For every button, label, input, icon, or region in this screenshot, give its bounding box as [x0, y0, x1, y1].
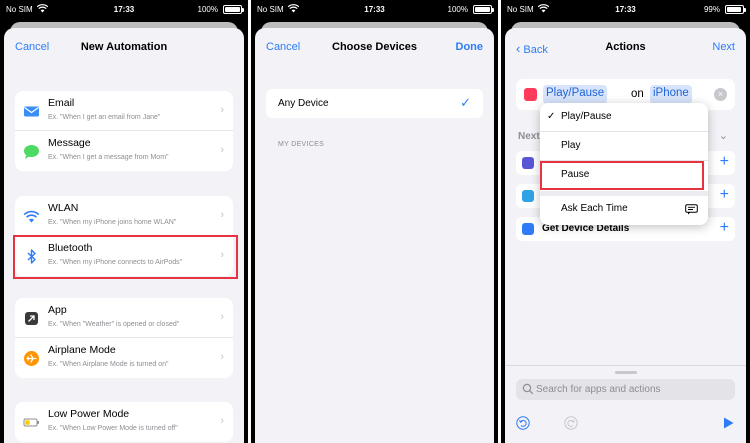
highlight-pause-option [540, 161, 704, 190]
next-actions-header: Next [518, 131, 540, 142]
battery-icon [725, 5, 746, 14]
battery-percent: 99% [703, 5, 720, 14]
search-input[interactable] [536, 382, 729, 397]
chevron-right-icon: › [220, 144, 224, 156]
app-icon [522, 190, 534, 202]
trigger-title: WLAN [48, 202, 79, 214]
mail-icon [24, 106, 39, 117]
nav-bar: Cancel Choose Devices Done [255, 28, 494, 68]
menu-group-separator [540, 191, 708, 196]
chevron-right-icon: › [220, 415, 224, 427]
menu-divider [540, 131, 708, 132]
chevron-right-icon: › [220, 351, 224, 363]
trigger-title: Message [48, 137, 91, 149]
moon-icon [522, 157, 534, 169]
trigger-example: Ex. "When Airplane Mode is turned on" [48, 361, 169, 368]
menu-item-label: Ask Each Time [561, 203, 628, 214]
phone-screen-choose-devices: No SIM 17:33 100% Cancel Choose Devices … [251, 0, 498, 443]
run-play-icon[interactable] [721, 416, 735, 430]
trigger-example: Ex. "When "Weather" is opened or closed" [48, 321, 180, 328]
battery-percent: 100% [447, 5, 468, 14]
trigger-row-low-power-mode[interactable]: Low Power Mode Ex. "When Low Power Mode … [15, 402, 233, 442]
menu-item-label: Play [561, 140, 581, 151]
chevron-down-icon[interactable]: ⌄ [719, 129, 728, 142]
device-option-label: Any Device [278, 98, 329, 109]
trigger-row-app[interactable]: App Ex. "When "Weather" is opened or clo… [15, 298, 233, 338]
battery-icon [223, 5, 244, 14]
status-bar: No SIM 17:33 99% [501, 0, 750, 20]
app-arrow-icon [25, 312, 38, 325]
trigger-title: App [48, 304, 67, 316]
action-connector-word: on [631, 88, 644, 100]
trigger-group-settings: App Ex. "When "Weather" is opened or clo… [15, 298, 233, 378]
message-icon [24, 145, 39, 159]
status-bar: No SIM 17:33 100% [0, 0, 248, 20]
action-search-panel [505, 365, 746, 443]
menu-item-play-pause[interactable]: ✓ Play/Pause [540, 111, 708, 129]
chevron-right-icon: › [220, 311, 224, 323]
menu-item-label: Play/Pause [561, 111, 612, 122]
redo-icon[interactable] [564, 416, 578, 430]
add-action-icon[interactable]: + [720, 219, 729, 237]
device-parameter-token[interactable]: iPhone [650, 85, 692, 104]
choose-devices-sheet: Cancel Choose Devices Done Any Device ✓ … [255, 28, 494, 443]
search-icon [522, 383, 534, 395]
add-action-icon[interactable]: + [720, 186, 729, 204]
trigger-row-email[interactable]: Email Ex. "When I get an email from Jane… [15, 91, 233, 131]
chevron-left-icon: ‹ [516, 41, 521, 56]
nav-bar: ‹ Back Actions Next [505, 28, 746, 68]
menu-item-ask-each-time[interactable]: Ask Each Time [540, 203, 708, 221]
status-bar: No SIM 17:33 100% [251, 0, 498, 20]
cancel-button[interactable]: Cancel [266, 41, 300, 53]
trigger-title: Low Power Mode [48, 408, 130, 420]
battery-percent: 100% [197, 5, 218, 14]
phone-screen-new-automation: No SIM 17:33 100% Cancel New Automation … [0, 0, 248, 443]
wifi-icon [23, 210, 40, 223]
chevron-right-icon: › [220, 104, 224, 116]
drag-handle[interactable] [614, 371, 637, 374]
device-icon [522, 223, 534, 235]
next-button[interactable]: Next [712, 41, 735, 53]
play-pause-app-icon [524, 88, 537, 101]
trigger-group-power: Low Power Mode Ex. "When Low Power Mode … [15, 402, 233, 442]
trigger-row-message[interactable]: Message Ex. "When I get a message from M… [15, 131, 233, 171]
phone-screen-actions: No SIM 17:33 99% ‹ Back Actions Next Pla… [501, 0, 750, 443]
actions-sheet: ‹ Back Actions Next Play/Pause on iPhone… [505, 28, 746, 443]
trigger-example: Ex. "When I get a message from Mom" [48, 154, 169, 161]
trigger-row-airplane-mode[interactable]: Airplane Mode Ex. "When Airplane Mode is… [15, 338, 233, 378]
clear-icon[interactable]: × [714, 88, 727, 101]
add-action-icon[interactable]: + [720, 153, 729, 171]
menu-item-play[interactable]: Play [540, 140, 708, 158]
highlight-bluetooth [13, 235, 238, 279]
cancel-button[interactable]: Cancel [15, 41, 49, 53]
chevron-right-icon: › [220, 209, 224, 221]
battery-icon [473, 5, 494, 14]
section-header-my-devices: MY DEVICES [278, 141, 325, 148]
checkmark-icon: ✓ [547, 111, 556, 122]
trigger-title: Email [48, 97, 75, 109]
airplane-icon [24, 351, 39, 366]
trigger-example: Ex. "When my iPhone joins home WLAN" [48, 219, 177, 226]
search-bar[interactable] [516, 379, 735, 400]
action-parameter-token[interactable]: Play/Pause [543, 85, 608, 104]
trigger-row-wlan[interactable]: WLAN Ex. "When my iPhone joins home WLAN… [15, 196, 233, 236]
back-button[interactable]: ‹ Back [516, 41, 548, 56]
checkmark-icon: ✓ [460, 95, 471, 110]
battery-icon [23, 418, 39, 427]
device-option-any[interactable]: Any Device ✓ [266, 89, 483, 118]
speech-bubble-icon [685, 204, 698, 215]
undo-icon[interactable] [516, 416, 530, 430]
trigger-group-communication: Email Ex. "When I get an email from Jane… [15, 91, 233, 171]
trigger-title: Airplane Mode [48, 344, 116, 356]
nav-bar: Cancel New Automation [4, 28, 244, 68]
trigger-example: Ex. "When Low Power Mode is turned off" [48, 425, 178, 432]
trigger-example: Ex. "When I get an email from Jane" [48, 114, 161, 121]
back-label: Back [523, 44, 548, 56]
done-button[interactable]: Done [456, 41, 484, 53]
